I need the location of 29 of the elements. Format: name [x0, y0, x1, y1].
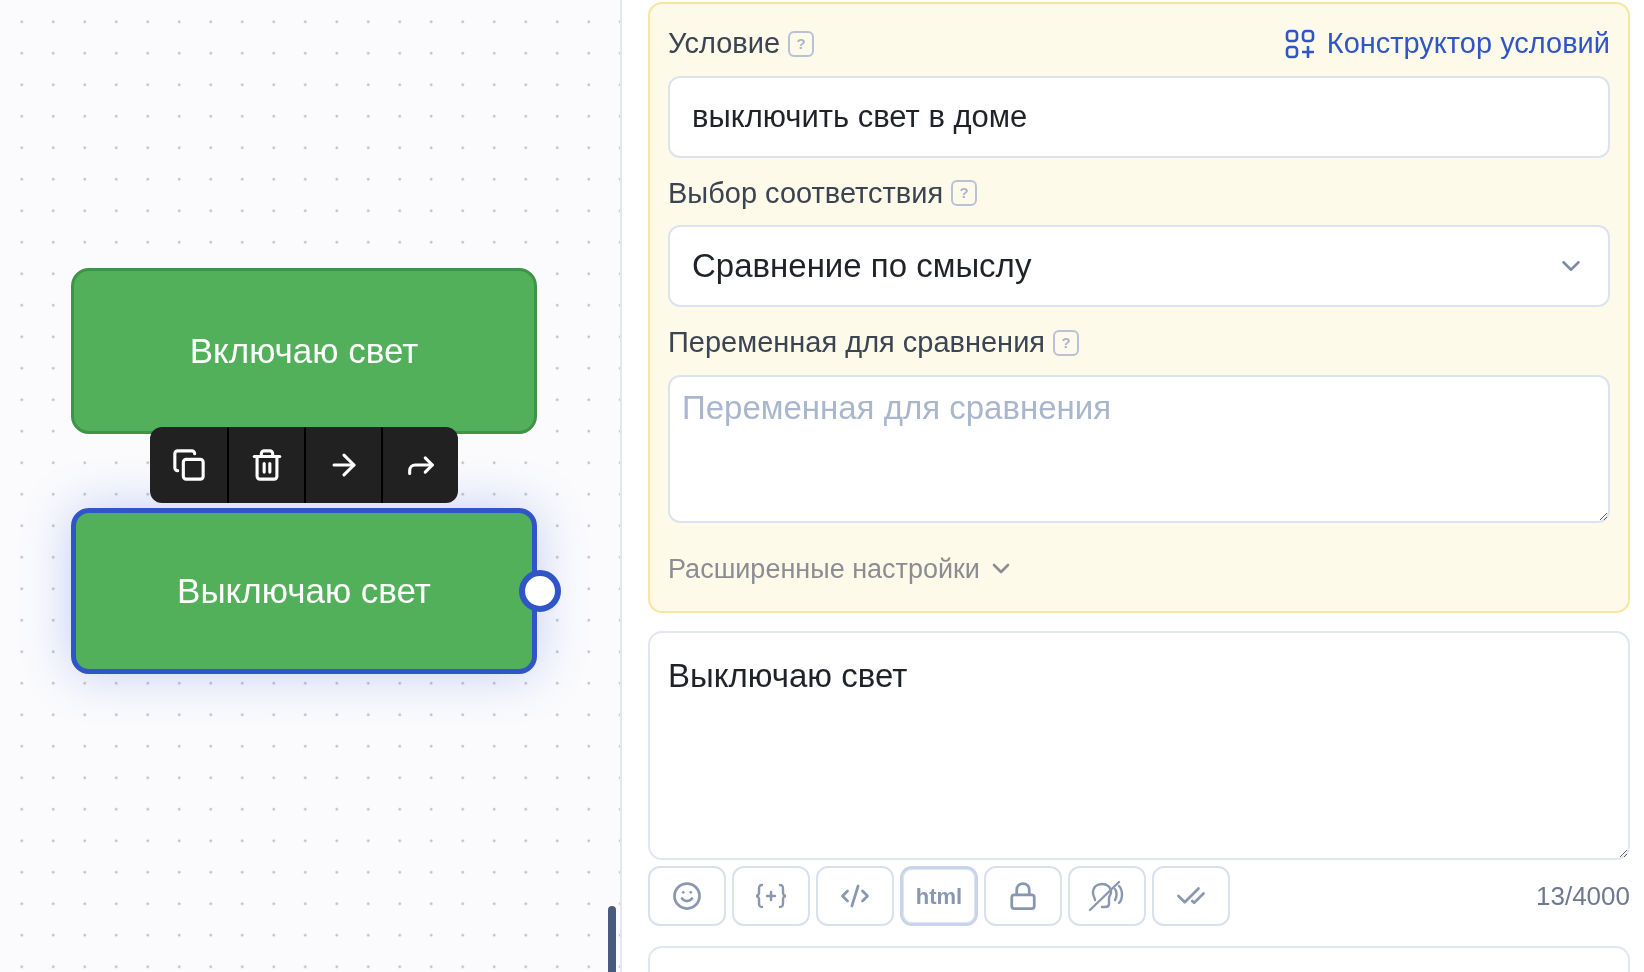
- field-label: Условие: [668, 26, 781, 61]
- condition-input[interactable]: выключить свет в доме: [668, 75, 1610, 158]
- help-badge[interactable]: ?: [951, 180, 978, 207]
- format-button[interactable]: html: [900, 866, 978, 927]
- format-button[interactable]: [648, 866, 726, 927]
- format-button[interactable]: [1152, 866, 1230, 927]
- format-button[interactable]: [732, 866, 810, 927]
- condition-builder-link[interactable]: Конструктор условий: [1284, 22, 1610, 66]
- variable-textarea[interactable]: Переменная для сравнения: [668, 374, 1610, 523]
- help-badge[interactable]: ?: [1053, 329, 1080, 356]
- format-button[interactable]: [984, 866, 1062, 927]
- grid-plus-icon: [1284, 28, 1315, 59]
- smile-icon: [672, 881, 702, 912]
- flow-node[interactable]: Выключаю свет: [71, 508, 537, 674]
- help-badge[interactable]: ?: [788, 30, 815, 57]
- flow-node[interactable]: Включаю свет: [71, 268, 537, 434]
- chevron-down-icon: [991, 563, 1010, 575]
- html-label: html: [915, 882, 963, 911]
- message-textarea[interactable]: Выключаю свет: [648, 631, 1630, 861]
- character-counter: 13/4000: [1536, 879, 1630, 913]
- format-button[interactable]: [816, 866, 894, 927]
- copy-icon: [171, 448, 206, 482]
- field-label: Выбор соответствия: [668, 175, 944, 211]
- match-select[interactable]: Сравнение по смыслу: [668, 225, 1610, 307]
- format-button[interactable]: [1068, 866, 1146, 927]
- lock-icon: [1008, 881, 1038, 912]
- scrollbar-thumb[interactable]: [608, 906, 616, 972]
- field-label: Переменная для сравнения: [668, 325, 1046, 360]
- advanced-settings-toggle[interactable]: Расширенные настройки: [668, 548, 1010, 589]
